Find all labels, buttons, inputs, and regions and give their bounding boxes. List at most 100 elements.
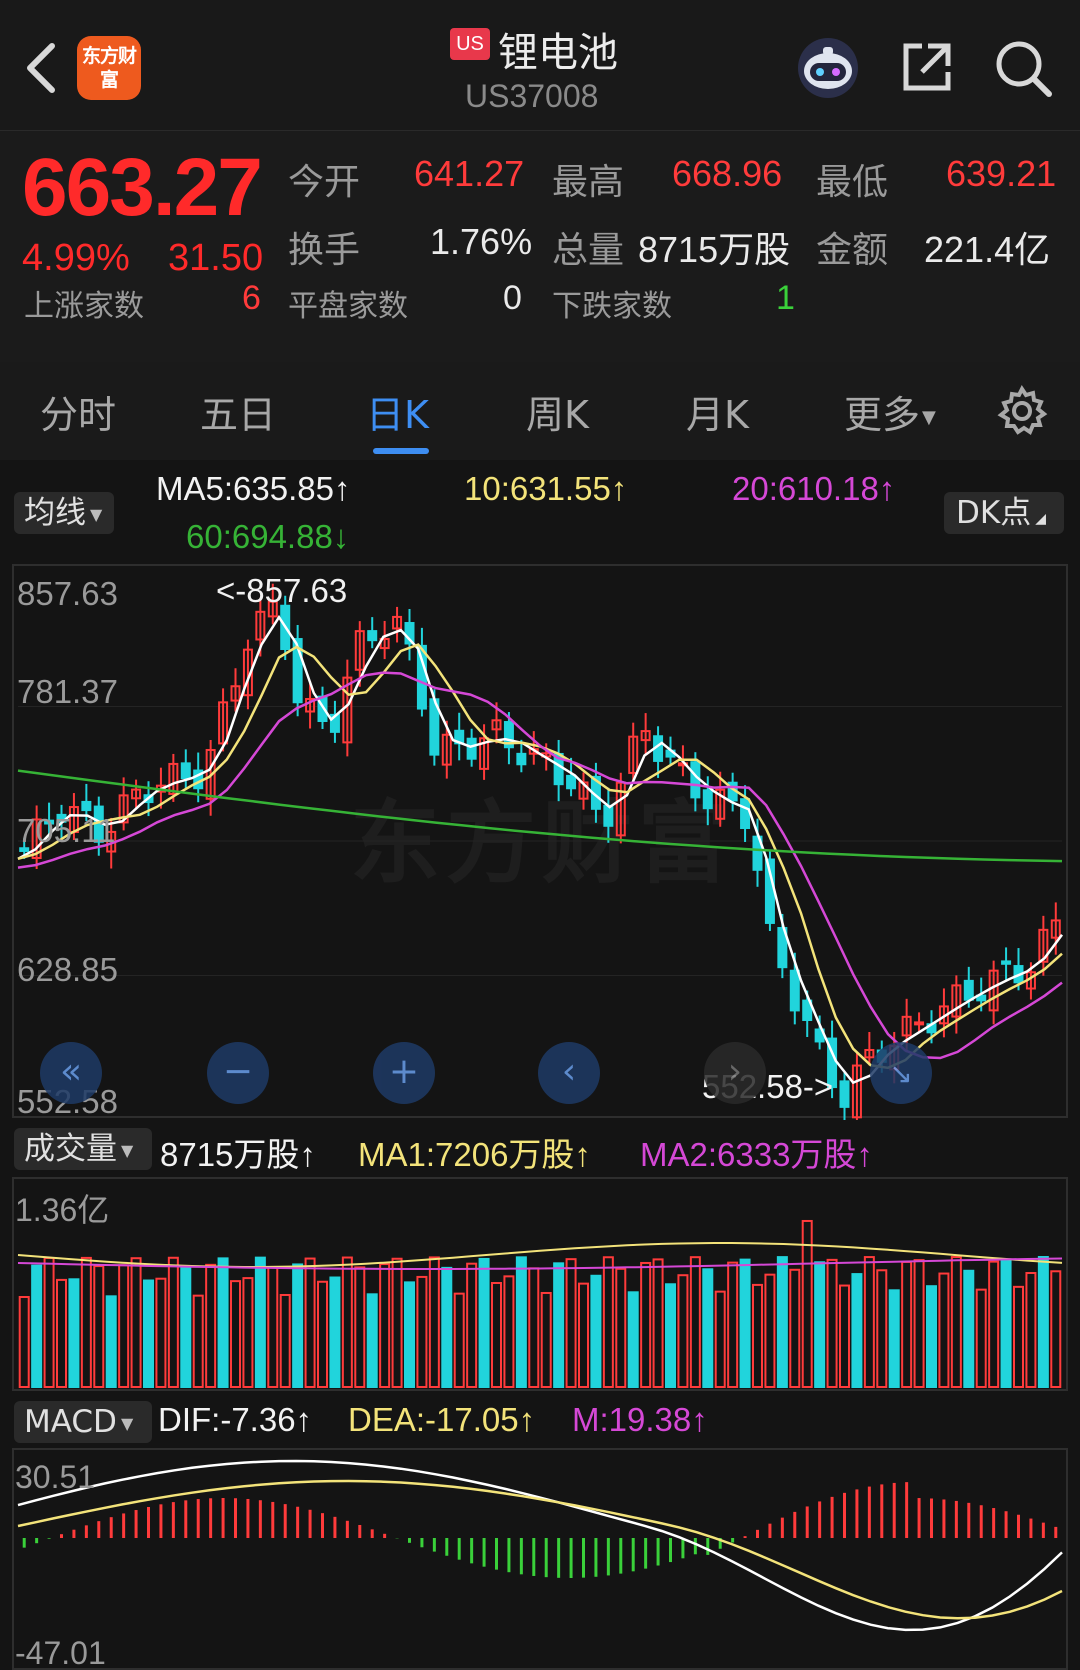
tab-monthly-k[interactable]: 月K bbox=[686, 384, 749, 439]
ma20-value: 20:610.18↑ bbox=[732, 470, 896, 507]
ma5-line bbox=[17, 614, 1064, 1085]
volume-bar bbox=[242, 1277, 254, 1388]
macd-ytick-top: 30.51 bbox=[15, 1459, 95, 1495]
ma-selector-label: 均线 bbox=[24, 495, 86, 531]
tab-more[interactable]: 更多 ▼ bbox=[844, 384, 936, 439]
volume-label: 总量 bbox=[552, 230, 625, 271]
scroll-left-fast-button[interactable]: « bbox=[40, 1042, 102, 1104]
kline-candle bbox=[839, 1080, 850, 1108]
scroll-prev-button[interactable]: ‹ bbox=[538, 1042, 600, 1104]
volume-bar bbox=[404, 1281, 415, 1388]
volume-bar bbox=[851, 1273, 863, 1388]
volume-value: 8715万股 bbox=[638, 229, 791, 270]
ma20-line bbox=[17, 671, 1063, 1060]
volume-bar bbox=[702, 1268, 714, 1388]
macd-chart: 30.51 -47.01 bbox=[12, 1448, 1068, 1670]
corner-triangle-icon: ◢ bbox=[1035, 511, 1046, 527]
volume-bar bbox=[317, 1280, 328, 1388]
volume-ma1-line bbox=[17, 1242, 1063, 1268]
scroll-next-button[interactable]: › bbox=[704, 1042, 766, 1104]
volume-bar bbox=[192, 1294, 204, 1388]
search-icon[interactable] bbox=[993, 38, 1053, 98]
kline-candle bbox=[702, 789, 713, 810]
gear-icon[interactable] bbox=[996, 385, 1048, 437]
volume-bar bbox=[217, 1257, 229, 1388]
volume-bar bbox=[329, 1276, 341, 1388]
volume-bar bbox=[416, 1275, 428, 1388]
ma5-value: MA5:635.85↑ bbox=[156, 470, 351, 507]
ma-selector[interactable]: 均线 ▼ bbox=[14, 492, 114, 534]
volume-ma2-line bbox=[17, 1257, 1063, 1270]
volume-bar bbox=[31, 1264, 43, 1388]
up-count: 6 bbox=[242, 279, 261, 317]
volume-bar bbox=[938, 1272, 950, 1388]
volume-bar bbox=[391, 1257, 403, 1388]
share-icon[interactable] bbox=[898, 38, 956, 96]
caret-down-icon: ▼ bbox=[121, 1140, 134, 1160]
open-label: 今开 bbox=[288, 162, 361, 203]
volume-bar bbox=[105, 1295, 117, 1388]
volume-chart: 1.36亿 bbox=[12, 1177, 1068, 1391]
dk-point-button[interactable]: DK点 ◢ bbox=[944, 492, 1064, 534]
volume-bar bbox=[205, 1263, 217, 1388]
down-count-label: 下跌家数 bbox=[552, 289, 672, 324]
high-label: 最高 bbox=[552, 162, 625, 203]
kline-candle bbox=[180, 762, 191, 780]
kline-ytick-1: 857.63 bbox=[17, 575, 118, 612]
volume-bar bbox=[1013, 1285, 1024, 1388]
zoom-out-button[interactable]: − bbox=[207, 1042, 269, 1104]
macd-ytick-bottom: -47.01 bbox=[15, 1635, 106, 1670]
volume-bar bbox=[565, 1258, 577, 1388]
kline-candle bbox=[516, 752, 527, 766]
robot-assistant-icon[interactable] bbox=[795, 35, 861, 101]
kline-candle bbox=[740, 798, 751, 830]
high-value: 668.96 bbox=[672, 153, 783, 194]
volume-selector[interactable]: 成交量 ▼ bbox=[14, 1128, 152, 1170]
volume-bar bbox=[540, 1291, 552, 1388]
caret-down-icon: ▼ bbox=[90, 504, 103, 524]
back-arrow-icon[interactable] bbox=[22, 40, 62, 96]
market-badge: US bbox=[450, 28, 490, 60]
volume-bar bbox=[553, 1262, 565, 1388]
low-value: 639.21 bbox=[946, 153, 1057, 194]
volume-bar bbox=[988, 1260, 1000, 1388]
tab-intraday[interactable]: 分时 bbox=[40, 384, 116, 439]
macd-dif: DIF:-7.36↑ bbox=[158, 1401, 313, 1438]
zoom-in-button[interactable]: + bbox=[373, 1042, 435, 1104]
kline-candle bbox=[603, 804, 614, 827]
volume-bar bbox=[478, 1257, 490, 1388]
tab-five-day[interactable]: 五日 bbox=[200, 384, 276, 439]
volume-bar bbox=[18, 1296, 30, 1388]
kline-chart[interactable]: 857.63 781.37 705.11 628.85 552.58 <-857… bbox=[0, 560, 1080, 1120]
kline-candle bbox=[566, 774, 577, 790]
app-logo[interactable]: 东方财富 bbox=[77, 36, 141, 100]
tab-weekly-k[interactable]: 周K bbox=[526, 384, 589, 439]
macd-selector[interactable]: MACD ▼ bbox=[14, 1401, 152, 1443]
kline-candles bbox=[19, 583, 1061, 1120]
header-bar: 东方财富 US 锂电池 US37008 bbox=[0, 0, 1080, 130]
volume-bar bbox=[602, 1256, 614, 1388]
volume-bar bbox=[366, 1293, 378, 1388]
tab-daily-k[interactable]: 日K bbox=[366, 384, 429, 439]
volume-bar bbox=[453, 1292, 465, 1388]
volume-bar bbox=[143, 1279, 154, 1388]
volume-bar bbox=[963, 1269, 975, 1388]
reset-view-button[interactable]: ↘ bbox=[870, 1042, 932, 1104]
arrow-down-right-icon: ↘ bbox=[889, 1057, 913, 1090]
volume-bar bbox=[876, 1269, 888, 1388]
kline-candle bbox=[367, 630, 378, 642]
kline-candle bbox=[1001, 960, 1012, 965]
volume-ma2: MA2:6333万股↑ bbox=[640, 1136, 873, 1173]
macd-dea: DEA:-17.05↑ bbox=[348, 1401, 536, 1438]
volume-bar bbox=[379, 1263, 391, 1388]
chevron-left-icon: ‹ bbox=[561, 1051, 577, 1092]
change-amount: 31.50 bbox=[168, 237, 264, 279]
volume-bar bbox=[441, 1266, 453, 1388]
max-price-annotation: <-857.63 bbox=[216, 572, 347, 609]
ma60-value: 60:694.88↓ bbox=[186, 518, 350, 555]
volume-bar bbox=[341, 1256, 353, 1388]
volume-bar bbox=[714, 1290, 726, 1388]
volume-bar bbox=[739, 1258, 751, 1388]
volume-bar bbox=[913, 1259, 925, 1388]
volume-bar bbox=[167, 1256, 179, 1388]
